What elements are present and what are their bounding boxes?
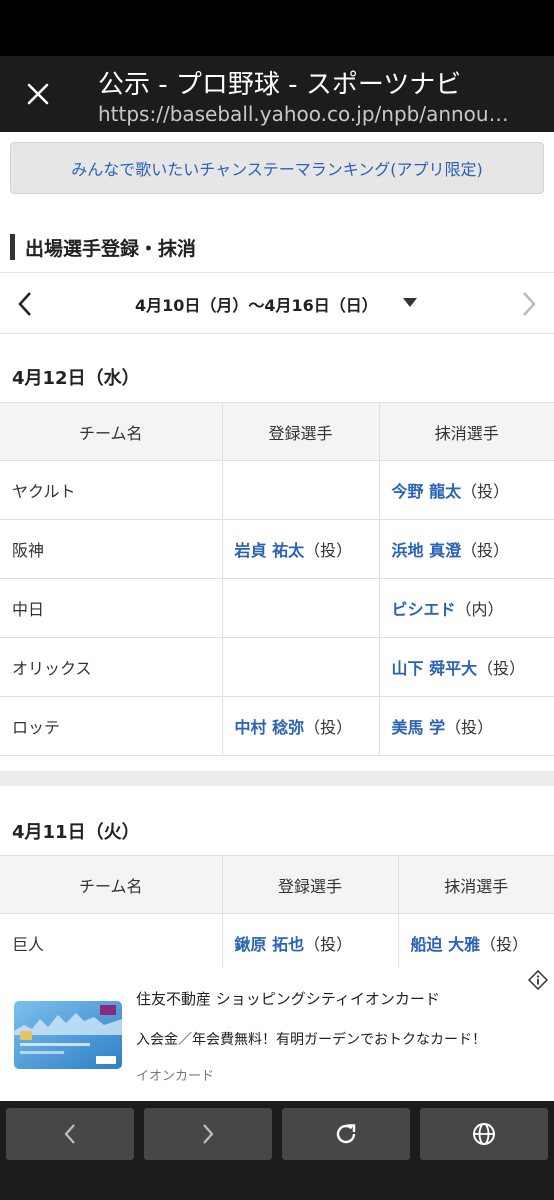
chevron-left-icon: [64, 1124, 75, 1144]
player-position: （投）: [304, 935, 353, 954]
section-divider: [0, 771, 554, 786]
table-row: オリックス 山下 舜平大（投）: [0, 637, 554, 697]
section-accent-bar: [10, 234, 15, 260]
registered-player: [221, 637, 379, 697]
chevron-right-icon: [203, 1124, 214, 1144]
team-name: ヤクルト: [0, 460, 222, 520]
table-row: 中日 ビシエド（内）: [0, 578, 554, 638]
player-link[interactable]: 岩貞 祐太: [235, 541, 305, 560]
section-title: 出場選手登録・抹消: [25, 238, 197, 260]
browser-top-bar: 公示 - プロ野球 - スポーツナビ https://baseball.yaho…: [0, 56, 554, 132]
team-name: 中日: [0, 578, 222, 638]
table-row: 阪神 岩貞 祐太（投） 浜地 真澄（投）: [0, 519, 554, 579]
back-button[interactable]: [6, 1108, 134, 1160]
registered-player: [221, 578, 379, 638]
player-position: （内）: [455, 600, 504, 619]
column-registered: 登録選手: [221, 402, 379, 461]
player-position: （投）: [477, 659, 526, 678]
ad-source: イオンカード: [136, 1069, 215, 1084]
reload-icon: [336, 1124, 356, 1144]
player-link[interactable]: 美馬 学: [392, 718, 446, 737]
prev-week-button[interactable]: [8, 284, 42, 324]
page-url[interactable]: https://baseball.yahoo.co.jp/npb/announc…: [98, 102, 518, 126]
page-title: 公示 - プロ野球 - スポーツナビ: [98, 70, 462, 100]
column-team: チーム名: [0, 402, 222, 461]
registration-table: チーム名 登録選手 抹消選手 ヤクルト 今野 龍太（投） 阪神 岩貞 祐太（投）…: [0, 402, 554, 756]
player-link[interactable]: 鍬原 拓也: [235, 935, 305, 954]
player-position: （投）: [461, 541, 510, 560]
next-week-button[interactable]: [512, 284, 546, 324]
column-deregistered: 抹消選手: [397, 855, 554, 914]
player-link[interactable]: 今野 龍太: [392, 482, 462, 501]
player-position: （投）: [304, 541, 353, 560]
player-link[interactable]: 浜地 真澄: [392, 541, 462, 560]
registered-player: 岩貞 祐太（投）: [221, 519, 379, 579]
date-range-select[interactable]: 4月10日（月）〜4月16日（日）: [135, 292, 378, 316]
status-bar: [0, 0, 554, 56]
player-link[interactable]: 船迫 大雅: [411, 935, 481, 954]
deregistered-player: 美馬 学（投）: [378, 696, 554, 756]
player-position: （投）: [480, 935, 529, 954]
team-name: 阪神: [0, 519, 222, 579]
team-name: オリックス: [0, 637, 222, 697]
player-link[interactable]: 中村 稔弥: [235, 718, 305, 737]
dropdown-caret-icon[interactable]: [403, 298, 417, 307]
close-button[interactable]: [14, 70, 62, 118]
registered-player: [221, 460, 379, 520]
column-deregistered: 抹消選手: [378, 402, 554, 461]
deregistered-player: 今野 龍太（投）: [378, 460, 554, 520]
section-header: 出場選手登録・抹消: [0, 218, 554, 273]
ad-body[interactable]: 入会金／年会費無料！有明ガーデンでおトクなカード！: [136, 1029, 486, 1049]
team-name: 巨人: [0, 913, 222, 973]
player-position: （投）: [461, 482, 510, 501]
player-position: （投）: [445, 718, 494, 737]
table-row: ロッテ 中村 稔弥（投） 美馬 学（投）: [0, 696, 554, 756]
day-date-title: 4月11日（火）: [12, 822, 140, 843]
table-row: 巨人 鍬原 拓也（投） 船迫 大雅（投）: [0, 913, 554, 973]
close-icon: [27, 83, 49, 105]
column-registered: 登録選手: [221, 855, 398, 914]
registered-player: 鍬原 拓也（投）: [221, 913, 398, 973]
deregistered-player: 船迫 大雅（投）: [397, 913, 554, 973]
promo-link[interactable]: みんなで歌いたいチャンステーマランキング(アプリ限定): [10, 142, 544, 194]
table-row: ヤクルト 今野 龍太（投）: [0, 460, 554, 520]
globe-icon: [473, 1123, 495, 1145]
day-date-title: 4月12日（水）: [12, 368, 140, 389]
player-position: （投）: [304, 718, 353, 737]
registered-player: 中村 稔弥（投）: [221, 696, 379, 756]
chevron-right-icon: [523, 292, 536, 316]
player-link[interactable]: 山下 舜平大: [392, 659, 478, 678]
deregistered-player: ビシエド（内）: [378, 578, 554, 638]
team-name: ロッテ: [0, 696, 222, 756]
column-team: チーム名: [0, 855, 222, 914]
date-navigator: 4月10日（月）〜4月16日（日）: [0, 274, 554, 334]
credit-card-image[interactable]: [14, 1001, 122, 1069]
registration-table: チーム名 登録選手 抹消選手 巨人 鍬原 拓也（投） 船迫 大雅（投）: [0, 855, 554, 973]
ad-title[interactable]: 住友不動産 ショッピングシティイオンカード: [136, 988, 440, 1009]
player-link[interactable]: ビシエド: [392, 600, 456, 619]
ad-info-icon[interactable]: [528, 970, 548, 990]
deregistered-player: 山下 舜平大（投）: [378, 637, 554, 697]
open-in-browser-button[interactable]: [420, 1108, 548, 1160]
browser-bottom-bar: [0, 1101, 554, 1200]
deregistered-player: 浜地 真澄（投）: [378, 519, 554, 579]
reload-button[interactable]: [282, 1108, 410, 1160]
chevron-left-icon: [18, 292, 31, 316]
forward-button[interactable]: [144, 1108, 272, 1160]
